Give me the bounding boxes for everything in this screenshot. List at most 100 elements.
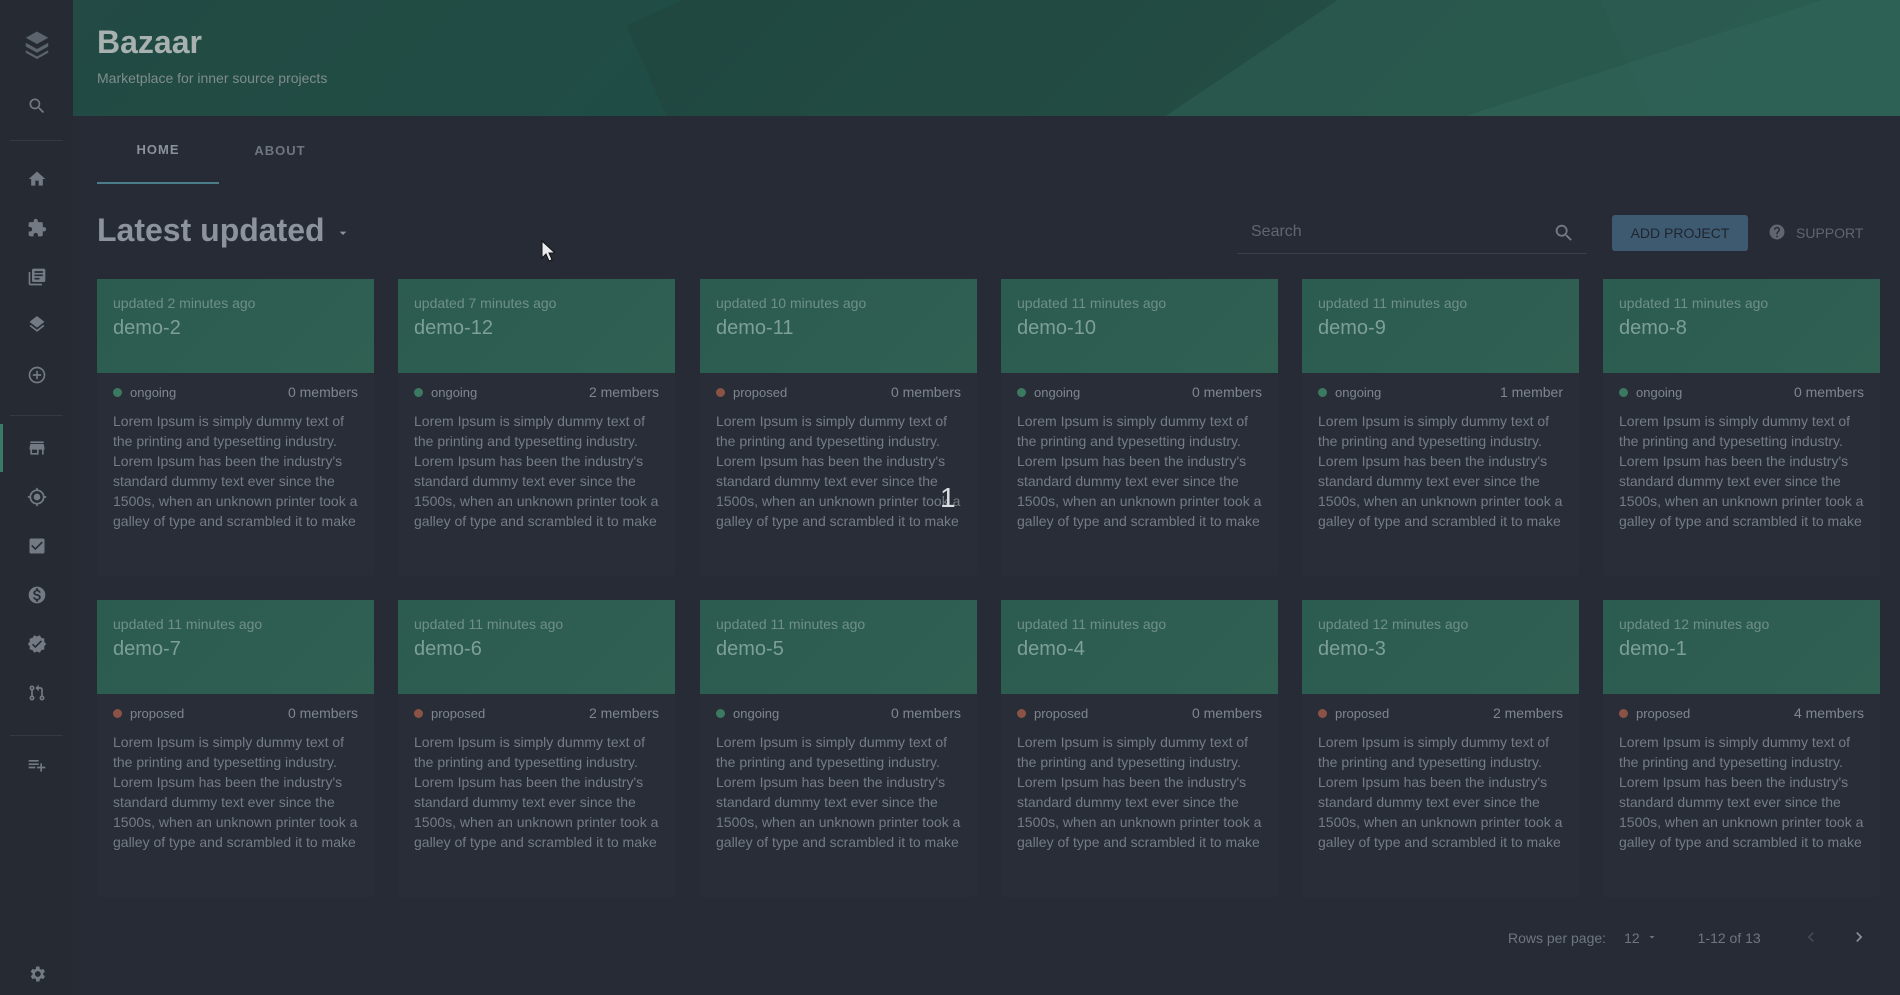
status-label: proposed — [1335, 705, 1390, 721]
card-title[interactable]: demo-4 — [1017, 638, 1262, 661]
card-updated: updated 11 minutes ago — [414, 616, 564, 632]
card-header: updated 11 minutes ago demo-8 — [1603, 279, 1880, 373]
card-title[interactable]: demo-12 — [414, 317, 659, 340]
card-header: updated 2 minutes ago demo-2 — [97, 279, 374, 373]
rows-per-page-value: 12 — [1624, 930, 1640, 946]
status-label: proposed — [1034, 705, 1089, 721]
card-header: updated 10 minutes ago demo-11 — [700, 279, 977, 373]
check-box-icon[interactable] — [0, 522, 73, 570]
project-card[interactable]: updated 2 minutes ago demo-2 ongoing 0 m… — [97, 279, 374, 576]
project-card[interactable]: updated 11 minutes ago demo-9 ongoing 1 … — [1302, 279, 1579, 576]
card-title[interactable]: demo-3 — [1318, 638, 1563, 661]
status-dot-icon — [716, 708, 725, 718]
search-icon[interactable] — [1553, 222, 1575, 249]
card-updated: updated 12 minutes ago — [1619, 616, 1770, 632]
pull-request-icon[interactable] — [0, 669, 73, 717]
add-project-button[interactable]: ADD PROJECT — [1612, 215, 1748, 251]
page-range: 1-12 of 13 — [1697, 930, 1761, 946]
card-title[interactable]: demo-8 — [1619, 317, 1864, 340]
status-label: proposed — [733, 384, 788, 400]
status-dot-icon — [113, 708, 122, 718]
card-description: Lorem Ipsum is simply dummy text of the … — [414, 734, 659, 850]
status-label: proposed — [130, 705, 185, 721]
search-icon[interactable] — [0, 82, 73, 130]
add-circle-icon[interactable] — [0, 351, 73, 399]
card-updated: updated 11 minutes ago — [716, 616, 866, 632]
project-card[interactable]: updated 11 minutes ago demo-4 proposed 0… — [1001, 600, 1278, 897]
card-title[interactable]: demo-1 — [1619, 638, 1864, 661]
card-header: updated 12 minutes ago demo-1 — [1603, 600, 1880, 694]
card-header: updated 7 minutes ago demo-12 — [398, 279, 675, 373]
tab-home[interactable]: HOME — [97, 116, 219, 184]
support-link[interactable]: SUPPORT — [1768, 215, 1863, 251]
store-icon[interactable] — [0, 424, 73, 472]
card-title[interactable]: demo-11 — [716, 317, 961, 340]
card-updated: updated 7 minutes ago — [414, 295, 557, 311]
status-badge: ongoing — [1017, 385, 1080, 400]
status-label: proposed — [1636, 705, 1691, 721]
card-updated: updated 11 minutes ago — [1619, 295, 1769, 311]
app-subtitle: Marketplace for inner source projects — [97, 70, 328, 86]
target-icon[interactable] — [0, 473, 73, 521]
status-badge: proposed — [1619, 706, 1690, 721]
status-label: ongoing — [1636, 384, 1683, 400]
overlay-number: 1 — [940, 482, 956, 513]
rows-per-page-label: Rows per page: — [1508, 930, 1607, 946]
status-badge: ongoing — [1318, 385, 1381, 400]
card-title[interactable]: demo-7 — [113, 638, 358, 661]
members-count: 0 members — [1793, 384, 1864, 400]
help-icon — [1768, 223, 1786, 244]
project-card[interactable]: updated 11 minutes ago demo-5 ongoing 0 … — [700, 600, 977, 897]
support-label: SUPPORT — [1796, 225, 1864, 241]
card-description: Lorem Ipsum is simply dummy text of the … — [1017, 734, 1262, 850]
members-count: 0 members — [890, 384, 961, 400]
status-label: ongoing — [130, 384, 177, 400]
status-label: ongoing — [431, 384, 478, 400]
rows-per-page-select[interactable]: 12 — [1624, 930, 1658, 946]
card-description: Lorem Ipsum is simply dummy text of the … — [1318, 734, 1563, 850]
card-updated: updated 11 minutes ago — [113, 616, 263, 632]
chevron-right-icon[interactable] — [1849, 927, 1869, 950]
home-icon[interactable] — [0, 155, 73, 203]
settings-badge-icon[interactable] — [0, 620, 73, 668]
card-updated: updated 11 minutes ago — [1017, 616, 1167, 632]
card-updated: updated 11 minutes ago — [1017, 295, 1167, 311]
playlist-add-icon[interactable] — [0, 741, 73, 789]
status-dot-icon — [716, 387, 725, 397]
project-card[interactable]: updated 12 minutes ago demo-3 proposed 2… — [1302, 600, 1579, 897]
card-header: updated 11 minutes ago demo-9 — [1302, 279, 1579, 373]
members-count: 2 members — [588, 384, 659, 400]
project-card[interactable]: updated 12 minutes ago demo-1 proposed 4… — [1603, 600, 1880, 897]
members-count: 0 members — [287, 384, 358, 400]
chevron-left-icon[interactable] — [1801, 927, 1821, 950]
card-title[interactable]: demo-10 — [1017, 317, 1262, 340]
library-icon[interactable] — [0, 253, 73, 301]
project-card[interactable]: updated 11 minutes ago demo-8 ongoing 0 … — [1603, 279, 1880, 576]
tab-about[interactable]: ABOUT — [219, 116, 341, 184]
status-dot-icon — [1318, 387, 1327, 397]
section-title-dropdown[interactable]: Latest updated — [97, 212, 351, 249]
card-description: Lorem Ipsum is simply dummy text of the … — [1017, 413, 1262, 529]
puzzle-icon[interactable] — [0, 204, 73, 252]
members-count: 2 members — [1492, 705, 1563, 721]
dollar-icon[interactable] — [0, 571, 73, 619]
card-title[interactable]: demo-6 — [414, 638, 659, 661]
card-description: Lorem Ipsum is simply dummy text of the … — [113, 413, 358, 529]
card-header: updated 11 minutes ago demo-4 — [1001, 600, 1278, 694]
card-title[interactable]: demo-5 — [716, 638, 961, 661]
layers-icon[interactable] — [0, 302, 73, 350]
gear-icon[interactable] — [0, 950, 73, 995]
project-card[interactable]: updated 11 minutes ago demo-10 ongoing 0… — [1001, 279, 1278, 576]
card-description: Lorem Ipsum is simply dummy text of the … — [113, 734, 358, 850]
project-card[interactable]: updated 7 minutes ago demo-12 ongoing 2 … — [398, 279, 675, 576]
project-card[interactable]: updated 10 minutes ago demo-11 proposed … — [700, 279, 977, 576]
section-title-label: Latest updated — [97, 212, 325, 248]
card-title[interactable]: demo-2 — [113, 317, 358, 340]
status-label: ongoing — [1335, 384, 1382, 400]
project-card[interactable]: updated 11 minutes ago demo-7 proposed 0… — [97, 600, 374, 897]
logo-icon[interactable] — [0, 20, 73, 68]
card-title[interactable]: demo-9 — [1318, 317, 1563, 340]
card-header: updated 11 minutes ago demo-5 — [700, 600, 977, 694]
search-input[interactable] — [1237, 212, 1537, 252]
project-card[interactable]: updated 11 minutes ago demo-6 proposed 2… — [398, 600, 675, 897]
